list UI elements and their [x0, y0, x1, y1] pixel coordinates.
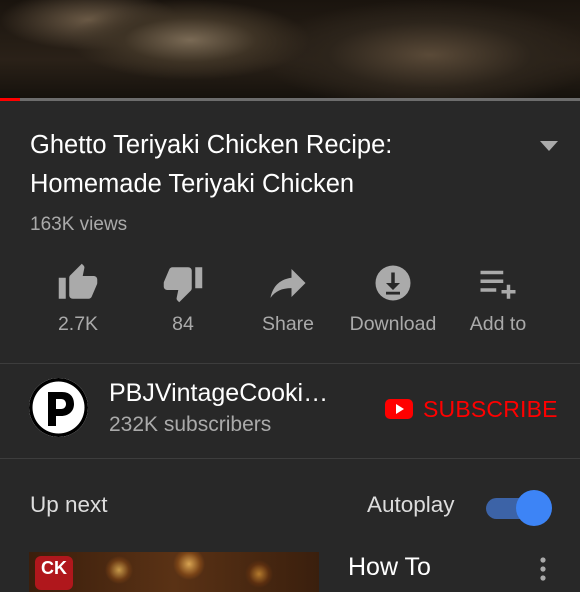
next-video-thumbnail[interactable]: CK: [29, 552, 319, 592]
divider: [0, 458, 580, 459]
add-to-playlist-icon: [480, 270, 516, 299]
thumbs-down-icon: [163, 267, 203, 303]
toggle-knob: [516, 490, 552, 526]
video-progress-fill: [0, 98, 21, 101]
add-to-button[interactable]: Add to: [445, 262, 551, 342]
autoplay-toggle[interactable]: [486, 490, 552, 526]
expand-description-icon[interactable]: [540, 141, 558, 151]
like-button[interactable]: 2.7K: [25, 262, 131, 342]
up-next-heading: Up next: [30, 492, 108, 517]
view-count: 163K views: [30, 214, 128, 235]
autoplay-label: Autoplay: [367, 492, 455, 517]
channel-logo-icon: [29, 378, 88, 437]
channel-avatar[interactable]: [29, 378, 88, 437]
subscribe-button[interactable]: SUBSCRIBE: [385, 393, 558, 425]
channel-badge: CK: [35, 556, 73, 590]
video-progress-bar[interactable]: [0, 98, 580, 101]
thumbs-up-icon: [58, 263, 98, 299]
dislike-count: 84: [172, 313, 194, 335]
subscribe-label: SUBSCRIBE: [423, 395, 558, 422]
download-button[interactable]: Download: [340, 262, 446, 342]
add-to-label: Add to: [469, 313, 527, 335]
action-row: 2.7K 84 Share Download Add to: [25, 262, 555, 342]
download-label: Download: [349, 313, 437, 335]
channel-name[interactable]: PBJVintageCooki…: [109, 379, 359, 408]
video-title: Ghetto Teriyaki Chicken Recipe: Homemade…: [30, 131, 393, 198]
more-options-icon[interactable]: [538, 556, 548, 586]
share-icon: [270, 269, 306, 298]
subscriber-count: 232K subscribers: [109, 413, 272, 436]
dislike-button[interactable]: 84: [130, 262, 236, 342]
video-player[interactable]: [0, 0, 580, 100]
share-label: Share: [261, 313, 315, 335]
share-button[interactable]: Share: [235, 262, 341, 342]
youtube-logo-icon: [385, 399, 413, 419]
download-icon: [375, 265, 411, 301]
divider: [0, 363, 580, 364]
like-count: 2.7K: [57, 313, 99, 335]
next-video-title[interactable]: How To: [348, 553, 431, 582]
